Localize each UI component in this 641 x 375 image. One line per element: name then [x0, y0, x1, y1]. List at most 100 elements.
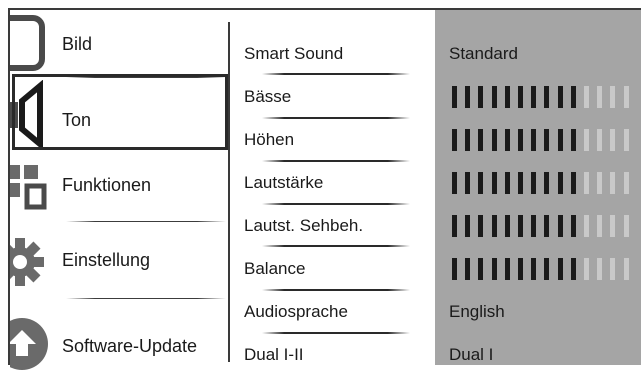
level-segment-filled	[478, 258, 484, 280]
level-segment-filled	[465, 215, 471, 237]
level-segment-filled	[544, 215, 550, 237]
level-segment-empty	[610, 172, 616, 194]
level-segment-filled	[452, 86, 457, 108]
treble-level-bar[interactable]	[452, 129, 637, 151]
level-segment-filled	[452, 215, 457, 237]
submenu-item-label: Smart Sound	[244, 44, 344, 63]
volume-level-bar[interactable]	[452, 172, 637, 194]
level-segment-empty	[597, 215, 603, 237]
level-segment-empty	[610, 215, 616, 237]
level-segment-filled	[570, 86, 576, 108]
level-segment-filled	[452, 172, 457, 194]
volume-value-row[interactable]	[435, 160, 641, 203]
level-segment-empty	[584, 86, 589, 108]
level-segment-empty	[597, 172, 603, 194]
menu-item-label: Bild	[62, 34, 93, 54]
values-panel: Standard English Dual I	[435, 10, 641, 365]
submenu-item-visually-impaired-volume[interactable]: Lautst. Sehbeh.	[230, 203, 435, 246]
level-segment-filled	[465, 172, 471, 194]
level-segment-filled	[557, 215, 563, 237]
menu-item-funktionen[interactable]: Funktionen	[10, 151, 228, 221]
level-segment-filled	[557, 129, 563, 151]
level-segment-filled	[544, 129, 550, 151]
level-segment-filled	[504, 172, 510, 194]
level-segment-filled	[518, 215, 523, 237]
submenu-item-label: Höhen	[244, 130, 295, 149]
submenu-item-dual[interactable]: Dual I-II	[230, 332, 435, 375]
menu-item-einstellung[interactable]: Einstellung	[10, 226, 228, 296]
level-segment-empty	[623, 215, 629, 237]
level-segment-filled	[465, 86, 471, 108]
submenu-item-audio-language[interactable]: Audiosprache	[230, 289, 435, 332]
level-segment-filled	[531, 172, 537, 194]
picture-icon	[10, 10, 58, 80]
dual-value[interactable]: Dual I	[435, 332, 641, 375]
level-segment-filled	[570, 258, 576, 280]
level-segment-empty	[623, 258, 629, 280]
submenu-item-label: Bässe	[244, 87, 292, 106]
level-segment-filled	[504, 258, 510, 280]
submenu-item-label: Lautstärke	[244, 173, 324, 192]
level-segment-filled	[491, 258, 497, 280]
level-segment-filled	[531, 129, 537, 151]
level-segment-filled	[478, 215, 484, 237]
selection-highlight	[12, 74, 228, 150]
level-segment-filled	[478, 86, 484, 108]
level-segment-empty	[610, 129, 616, 151]
smart-sound-value[interactable]: Standard	[435, 31, 641, 74]
submenu-item-volume[interactable]: Lautstärke	[230, 160, 435, 203]
level-segment-filled	[478, 172, 484, 194]
menu-item-label: Einstellung	[62, 250, 151, 270]
level-segment-filled	[491, 172, 497, 194]
menu-separator	[66, 221, 226, 222]
level-segment-empty	[623, 86, 629, 108]
level-segment-filled	[518, 258, 523, 280]
level-segment-empty	[584, 215, 589, 237]
submenu-item-balance[interactable]: Balance	[230, 246, 435, 289]
level-segment-filled	[504, 86, 510, 108]
submenu-item-label: Balance	[244, 259, 306, 278]
level-segment-filled	[491, 86, 497, 108]
bass-value-row[interactable]	[435, 74, 641, 117]
value-label: Dual I	[449, 345, 494, 364]
audio-language-value[interactable]: English	[435, 289, 641, 332]
visually-impaired-volume-value-row[interactable]	[435, 203, 641, 246]
level-segment-filled	[518, 129, 523, 151]
level-segment-filled	[491, 129, 497, 151]
value-label: English	[449, 302, 505, 321]
level-segment-filled	[452, 258, 457, 280]
submenu-item-smart-sound[interactable]: Smart Sound	[230, 31, 435, 74]
level-segment-filled	[491, 215, 497, 237]
submenu-item-treble[interactable]: Höhen	[230, 117, 435, 160]
level-segment-filled	[557, 86, 563, 108]
level-segment-empty	[597, 258, 603, 280]
balance-value-row[interactable]	[435, 246, 641, 289]
level-segment-empty	[623, 129, 629, 151]
level-segment-filled	[465, 129, 471, 151]
features-icon	[10, 151, 58, 221]
level-segment-filled	[452, 129, 457, 151]
level-segment-filled	[478, 129, 484, 151]
level-segment-filled	[504, 215, 510, 237]
menu-separator	[66, 298, 226, 299]
visually-impaired-volume-bar[interactable]	[452, 215, 637, 237]
level-segment-filled	[570, 172, 576, 194]
level-segment-empty	[584, 129, 589, 151]
level-segment-empty	[610, 258, 616, 280]
menu-item-software-update[interactable]: Software-Update	[10, 300, 228, 370]
menu-item-label: Software-Update	[62, 336, 198, 356]
treble-value-row[interactable]	[435, 117, 641, 160]
level-segment-filled	[504, 129, 510, 151]
menu-item-label: Funktionen	[62, 175, 152, 195]
submenu-item-bass[interactable]: Bässe	[230, 74, 435, 117]
level-segment-filled	[518, 172, 523, 194]
level-segment-filled	[570, 215, 576, 237]
balance-level-bar[interactable]	[452, 258, 637, 280]
level-segment-filled	[531, 86, 537, 108]
bass-level-bar[interactable]	[452, 86, 637, 108]
menu-item-bild[interactable]: Bild	[10, 10, 228, 80]
level-segment-filled	[544, 172, 550, 194]
submenu-item-label: Dual I-II	[244, 345, 304, 364]
level-segment-empty	[597, 86, 603, 108]
submenu-item-label: Lautst. Sehbeh.	[244, 216, 364, 235]
